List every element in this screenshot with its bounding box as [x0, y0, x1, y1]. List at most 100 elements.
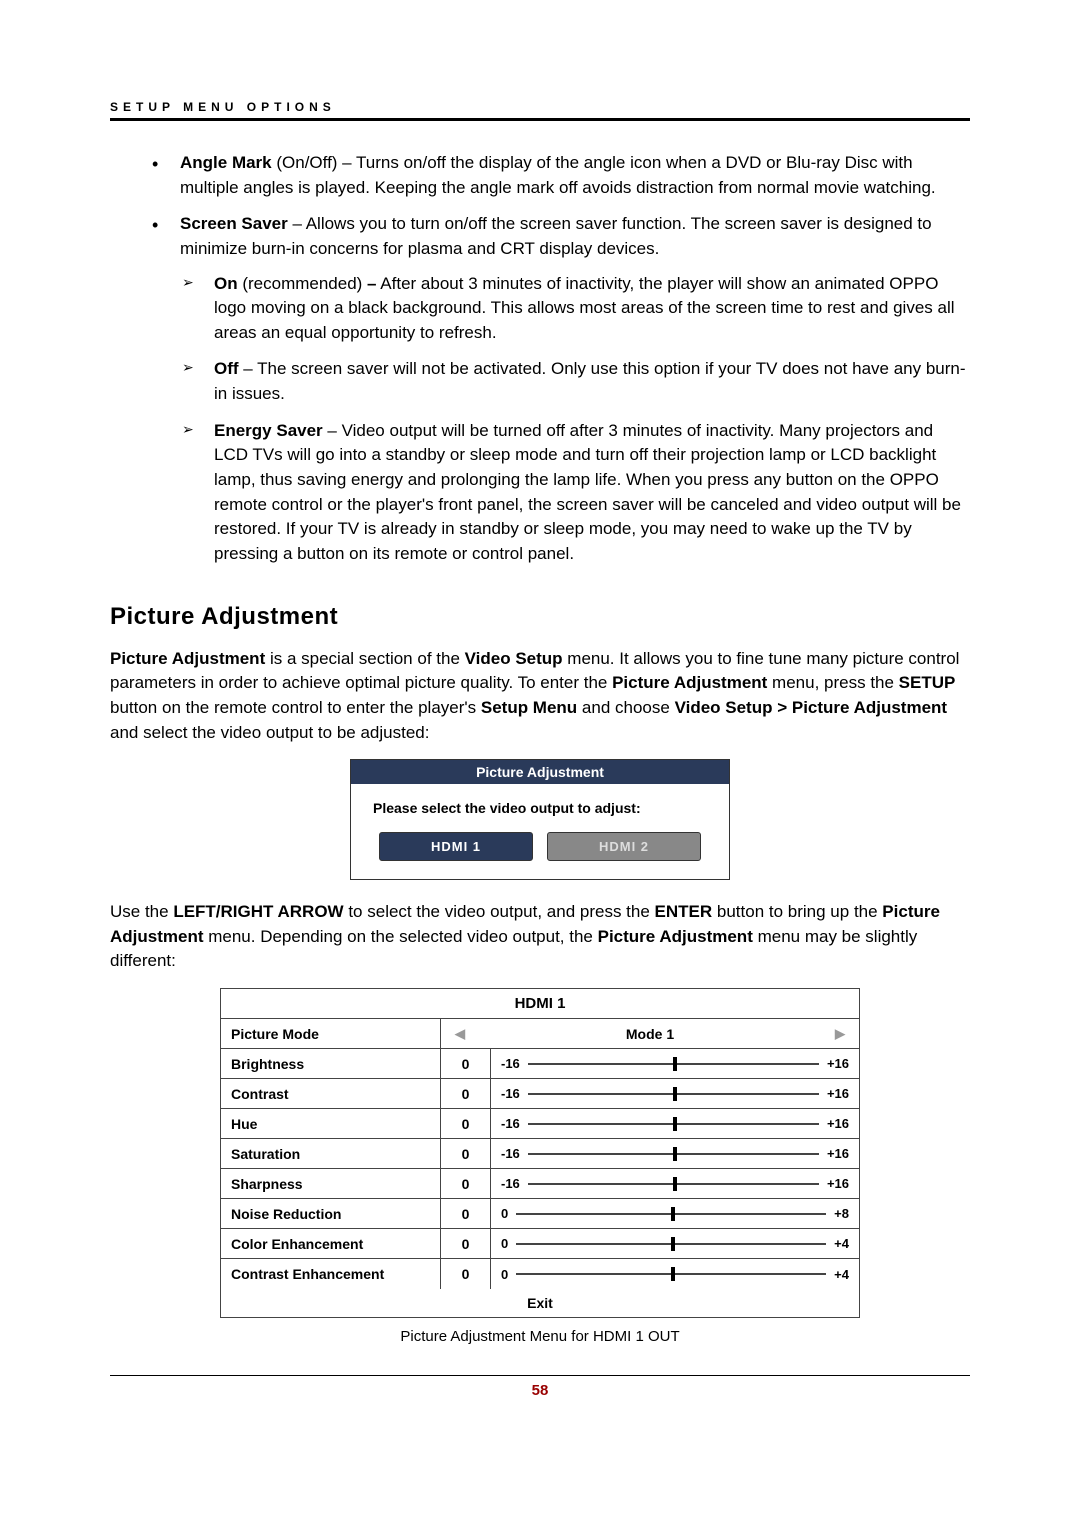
slider[interactable]: 0 +8	[491, 1199, 859, 1228]
hdmi2-button[interactable]: HDMI 2	[547, 832, 701, 861]
row-value: 0	[441, 1229, 491, 1258]
text: (recommended)	[238, 274, 367, 293]
text: Picture Adjustment	[110, 649, 265, 668]
list-item-angle-mark: Angle Mark (On/Off) – Turns on/off the d…	[180, 151, 970, 200]
slider[interactable]: 0 +4	[491, 1229, 859, 1258]
page-number: 58	[110, 1382, 970, 1399]
slider[interactable]: -16 +16	[491, 1109, 859, 1138]
table-row: Sharpness0-16+16	[221, 1169, 859, 1199]
slider-thumb[interactable]	[673, 1057, 677, 1071]
slider[interactable]: -16 +16	[491, 1079, 859, 1108]
slider[interactable]: -16 +16	[491, 1049, 859, 1078]
text: and select the video output to be adjust…	[110, 723, 429, 742]
slider-min: -16	[501, 1176, 520, 1191]
slider-max: +4	[834, 1236, 849, 1251]
table-row: Noise Reduction00+8	[221, 1199, 859, 1229]
table-title: HDMI 1	[221, 989, 859, 1019]
slider-min: -16	[501, 1086, 520, 1101]
picture-mode-row: Picture Mode ◀ Mode 1 ▶	[221, 1019, 859, 1049]
slider-thumb[interactable]	[671, 1237, 675, 1251]
slider-track[interactable]	[528, 1063, 819, 1065]
slider-track[interactable]	[528, 1153, 819, 1155]
picture-mode-value: Mode 1	[626, 1026, 674, 1042]
slider-thumb[interactable]	[673, 1177, 677, 1191]
slider-track[interactable]	[528, 1123, 819, 1125]
list-item-screen-saver: Screen Saver – Allows you to turn on/off…	[180, 212, 970, 566]
row-label: Contrast	[221, 1079, 441, 1108]
slider-thumb[interactable]	[671, 1267, 675, 1281]
dialog-body: Please select the video output to adjust…	[351, 784, 729, 879]
slider-min: -16	[501, 1056, 520, 1071]
picture-mode-label: Picture Mode	[221, 1019, 441, 1048]
text: menu, press the	[767, 673, 898, 692]
row-label: Saturation	[221, 1139, 441, 1168]
row-value: 0	[441, 1109, 491, 1138]
slider[interactable]: -16+16	[491, 1139, 859, 1168]
text: to select the video output, and press th…	[344, 902, 655, 921]
text: Use the	[110, 902, 173, 921]
slider-track[interactable]	[528, 1183, 819, 1185]
row-value: 0	[441, 1169, 491, 1198]
dialog-title: Picture Adjustment	[351, 760, 729, 784]
heading-picture-adjustment: Picture Adjustment	[110, 603, 970, 631]
label: Angle Mark	[180, 153, 272, 172]
table-row: Color Enhancement00+4	[221, 1229, 859, 1259]
slider-track[interactable]	[516, 1273, 826, 1275]
table-row: Brightness0-16+16	[221, 1049, 859, 1079]
slider-max: +16	[827, 1116, 849, 1131]
slider-min: -16	[501, 1146, 520, 1161]
header-rule	[110, 118, 970, 121]
hdmi1-adjustment-table: HDMI 1 Picture Mode ◀ Mode 1 ▶ Brightnes…	[220, 988, 860, 1318]
slider-track[interactable]	[516, 1243, 826, 1245]
slider-max: +8	[834, 1206, 849, 1221]
slider-thumb[interactable]	[673, 1117, 677, 1131]
text: – The screen saver will not be activated…	[214, 359, 966, 403]
text: – Video output will be turned off after …	[214, 421, 961, 563]
slider-track[interactable]	[516, 1213, 826, 1215]
row-value: 0	[441, 1139, 491, 1168]
row-value: 0	[441, 1049, 491, 1078]
slider-max: +16	[827, 1056, 849, 1071]
table-caption: Picture Adjustment Menu for HDMI 1 OUT	[110, 1328, 970, 1345]
picture-mode-selector[interactable]: ◀ Mode 1 ▶	[441, 1019, 859, 1048]
slider-max: +16	[827, 1086, 849, 1101]
text: – Allows you to turn on/off the screen s…	[180, 214, 932, 258]
slider-min: 0	[501, 1236, 508, 1251]
footer-rule	[110, 1375, 970, 1376]
label: On	[214, 274, 238, 293]
text: LEFT/RIGHT ARROW	[173, 902, 343, 921]
text: and choose	[577, 698, 674, 717]
text: Video Setup	[465, 649, 563, 668]
hdmi1-button[interactable]: HDMI 1	[379, 832, 533, 861]
text: button to bring up the	[712, 902, 882, 921]
sub-list: On (recommended) – After about 3 minutes…	[180, 272, 970, 567]
section-header: SETUP MENU OPTIONS	[110, 100, 970, 114]
sub-item-energy-saver: Energy Saver – Video output will be turn…	[214, 419, 970, 567]
slider-thumb[interactable]	[673, 1087, 677, 1101]
label: Energy Saver	[214, 421, 323, 440]
dialog-prompt: Please select the video output to adjust…	[369, 800, 711, 816]
text: Setup Menu	[481, 698, 577, 717]
slider-min: -16	[501, 1116, 520, 1131]
label: Off	[214, 359, 239, 378]
slider-track[interactable]	[528, 1093, 819, 1095]
slider[interactable]: -16 +16	[491, 1169, 859, 1198]
row-label: Hue	[221, 1109, 441, 1138]
text: Picture Adjustment	[598, 927, 753, 946]
slider-min: 0	[501, 1206, 508, 1221]
slider-thumb[interactable]	[671, 1207, 675, 1221]
sub-item-on: On (recommended) – After about 3 minutes…	[214, 272, 970, 346]
label: Screen Saver	[180, 214, 288, 233]
right-arrow-icon[interactable]: ▶	[835, 1026, 845, 1042]
exit-button[interactable]: Exit	[221, 1289, 859, 1317]
table-row: Contrast0-16+16	[221, 1079, 859, 1109]
table-row: Saturation0-16+16	[221, 1139, 859, 1169]
slider-thumb[interactable]	[673, 1147, 677, 1161]
slider[interactable]: 0+4	[491, 1259, 859, 1289]
slider-min: 0	[501, 1267, 508, 1282]
row-value: 0	[441, 1259, 491, 1289]
slider-max: +16	[827, 1176, 849, 1191]
text: Picture Adjustment	[612, 673, 767, 692]
left-arrow-icon[interactable]: ◀	[455, 1026, 465, 1042]
table-row: Hue0 -16 +16	[221, 1109, 859, 1139]
